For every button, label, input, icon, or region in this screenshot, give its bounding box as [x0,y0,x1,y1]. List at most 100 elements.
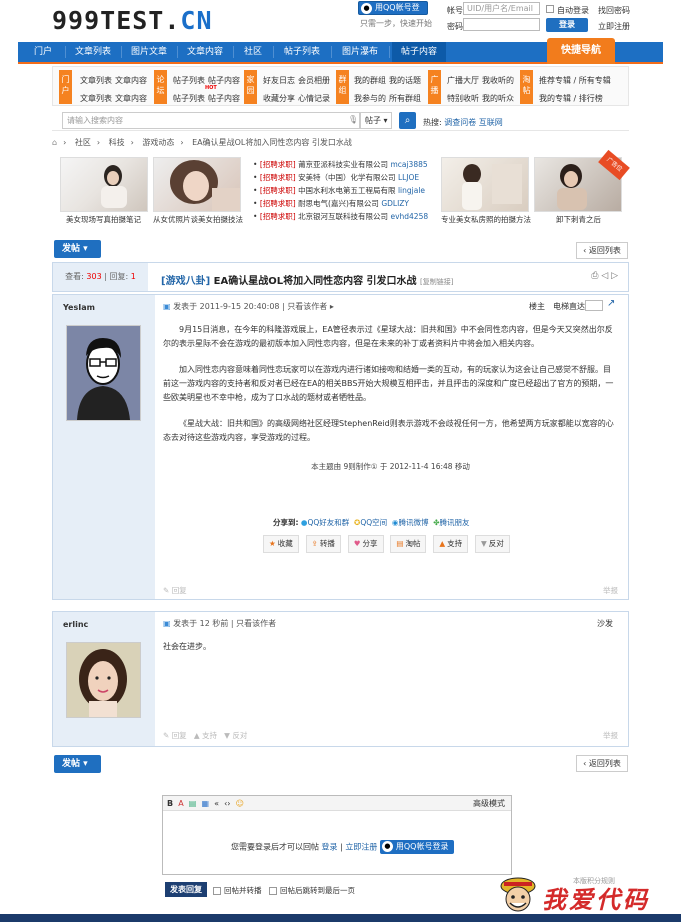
bold-icon[interactable]: B [167,799,173,808]
quote-icon[interactable]: « [214,799,219,808]
only-author-link[interactable]: 只看该作者 [287,302,327,311]
repost-option[interactable]: 回帖并转播 [213,885,262,896]
breadcrumb-item[interactable]: 游戏动态 [142,138,174,147]
auto-login-checkbox[interactable] [546,5,554,13]
repost-checkbox[interactable] [213,887,221,895]
banner-caption[interactable]: 专业美女私房照的拍摄方法 [441,214,531,225]
forgot-password-link[interactable]: 找回密码 [598,5,630,16]
qq-login-button[interactable]: ● 用QQ帐号登录 [379,840,455,854]
oppose-link[interactable]: 反对 [232,731,247,740]
subnav-link[interactable]: 收藏分享 [263,93,295,104]
jump-go-icon[interactable]: ↗ [607,298,615,309]
share-tencent-weibo[interactable]: 腾讯微博 [398,518,428,527]
job-user[interactable]: evhd4258 [390,212,428,221]
subnav-link[interactable]: 所有群组 [389,93,421,104]
avatar[interactable] [66,642,141,718]
reply-register-link[interactable]: 立即注册 [345,843,377,852]
nav-item-portal[interactable]: 门户 [24,42,62,62]
hot-search-term[interactable]: 互联网 [479,118,503,127]
banner-photo[interactable] [153,157,241,212]
hot-search-term[interactable]: 调查问卷 [444,118,476,127]
banner-caption[interactable]: 卸下刺青之后 [556,214,601,225]
login-button[interactable]: 登录 [546,18,588,32]
back-to-list-button[interactable]: ‹ 返回列表 [576,242,628,259]
attachment-icon[interactable]: ▦ [201,799,209,808]
banner-photo[interactable] [441,157,529,212]
microphone-icon[interactable]: 🎙 [348,115,358,124]
favorite-button[interactable]: ★ 收藏 [263,535,299,553]
oppose-button[interactable]: ▼ 反对 [475,535,510,553]
new-thread-button[interactable]: 发帖 ▾ [54,240,101,258]
search-type-select[interactable]: 帖子 ▾ [360,112,392,129]
nav-item-picture-waterfall[interactable]: 图片瀑布 [334,42,386,62]
print-icon[interactable]: ⎙ [591,271,598,281]
jump-floor-input[interactable] [585,300,603,311]
subnav-link[interactable]: 我参与的 [354,93,386,104]
register-link[interactable]: 立即注册 [598,21,630,32]
job-user[interactable]: GDLIZY [381,199,409,208]
subnav-link[interactable]: 帖子列表 [173,93,205,104]
nav-item-article-list[interactable]: 文章列表 [68,42,118,62]
avatar[interactable] [66,325,141,421]
repost-button[interactable]: ⇪ 转播 [305,535,341,553]
copy-link[interactable]: [复制链接] [420,278,453,286]
subnav-link[interactable]: 我的专辑 / 排行榜 [539,93,603,104]
support-button[interactable]: ▲ 支持 [433,535,469,553]
job-item[interactable]: • [招聘求职] 安美特（中国）化学有限公司 LLJOE [253,171,429,184]
next-icon[interactable]: ▷ [611,271,618,281]
quick-nav-button[interactable]: 快捷导航 [547,38,615,64]
thread-category[interactable]: [游戏八卦] [161,276,210,287]
nav-item-community[interactable]: 社区 [236,42,270,62]
collect-button[interactable]: ▤ 淘帖 [390,535,427,553]
search-input[interactable]: 请输入搜索内容 [62,112,360,129]
subnav-link[interactable]: 好友日志 [263,75,295,86]
subnav-link[interactable]: 心情记录 [298,93,330,104]
job-user[interactable]: mcaj3885 [390,160,427,169]
font-color-icon[interactable]: A [178,799,183,808]
job-user[interactable]: LLJOE [398,173,419,182]
job-item[interactable]: • [招聘求职] 北京银河互联科技有限公司 evhd4258 [253,210,429,223]
subnav-link[interactable]: 帖子列表 [173,75,205,86]
subnav-link[interactable]: 我的听众 [482,93,514,104]
job-item[interactable]: • [招聘求职] 耐思电气(嘉兴)有限公司 GDLIZY [253,197,429,210]
new-thread-button[interactable]: 发帖 ▾ [54,755,101,773]
subnav-link[interactable]: 文章内容 [115,93,147,104]
home-icon[interactable]: ⌂ [52,138,57,147]
prev-icon[interactable]: ◁ [601,271,608,281]
post-author[interactable]: YesIam [63,303,95,312]
subnav-link[interactable]: 我收听的 [482,75,514,86]
share-qzone[interactable]: QQ空间 [360,518,387,527]
job-user[interactable]: lingjale [398,186,425,195]
jump-last-checkbox[interactable] [269,887,277,895]
share-tencent-friend[interactable]: 腾讯朋友 [440,518,470,527]
banner-photo[interactable] [60,157,148,212]
job-item[interactable]: • [招聘求职] 莆京亚派科技实业有限公司 mcaj3885 [253,158,429,171]
image-icon[interactable]: ▤ [189,799,197,808]
post-author[interactable]: erlinc [63,620,88,629]
subnav-link[interactable]: 我的话题 [389,75,421,86]
breadcrumb-item[interactable]: 社区 [75,138,91,147]
subnav-link[interactable]: 文章内容 [115,75,147,86]
subnav-link[interactable]: 广播大厅 [447,75,479,86]
report-link[interactable]: 举报 [603,585,618,596]
search-button[interactable]: ⌕ [399,112,416,129]
nav-item-thread-list[interactable]: 帖子列表 [276,42,328,62]
banner-caption[interactable]: 从女优照片谈美女拍摄技法 [153,214,243,225]
share-qq-friend[interactable]: QQ好友和群 [307,518,349,527]
reply-link[interactable]: 回复 [172,731,187,740]
back-to-list-button[interactable]: ‹ 返回列表 [576,755,628,772]
job-item[interactable]: • [招聘求职] 中国水利水电第五工程局有限 lingjale [253,184,429,197]
subnav-link[interactable]: 推荐专辑 / 所有专辑 [539,75,611,86]
subnav-link[interactable]: 我的群组 [354,75,386,86]
breadcrumb-item[interactable]: 科技 [109,138,125,147]
jump-last-option[interactable]: 回帖后跳转到最后一页 [269,885,355,896]
nav-item-thread-content[interactable]: 帖子内容 [392,42,446,62]
reply-link[interactable]: 回复 [172,586,187,595]
password-input[interactable] [463,18,540,31]
nav-item-picture-article[interactable]: 图片文章 [124,42,174,62]
subnav-link[interactable]: 文章列表 [80,93,112,104]
subnav-link[interactable]: 帖子内容 [208,93,240,104]
account-input[interactable]: UID/用户名/Email [463,2,540,15]
submit-reply-button[interactable]: 发表回复 [165,882,207,897]
site-logo[interactable]: 999TEST.CN [52,6,213,35]
